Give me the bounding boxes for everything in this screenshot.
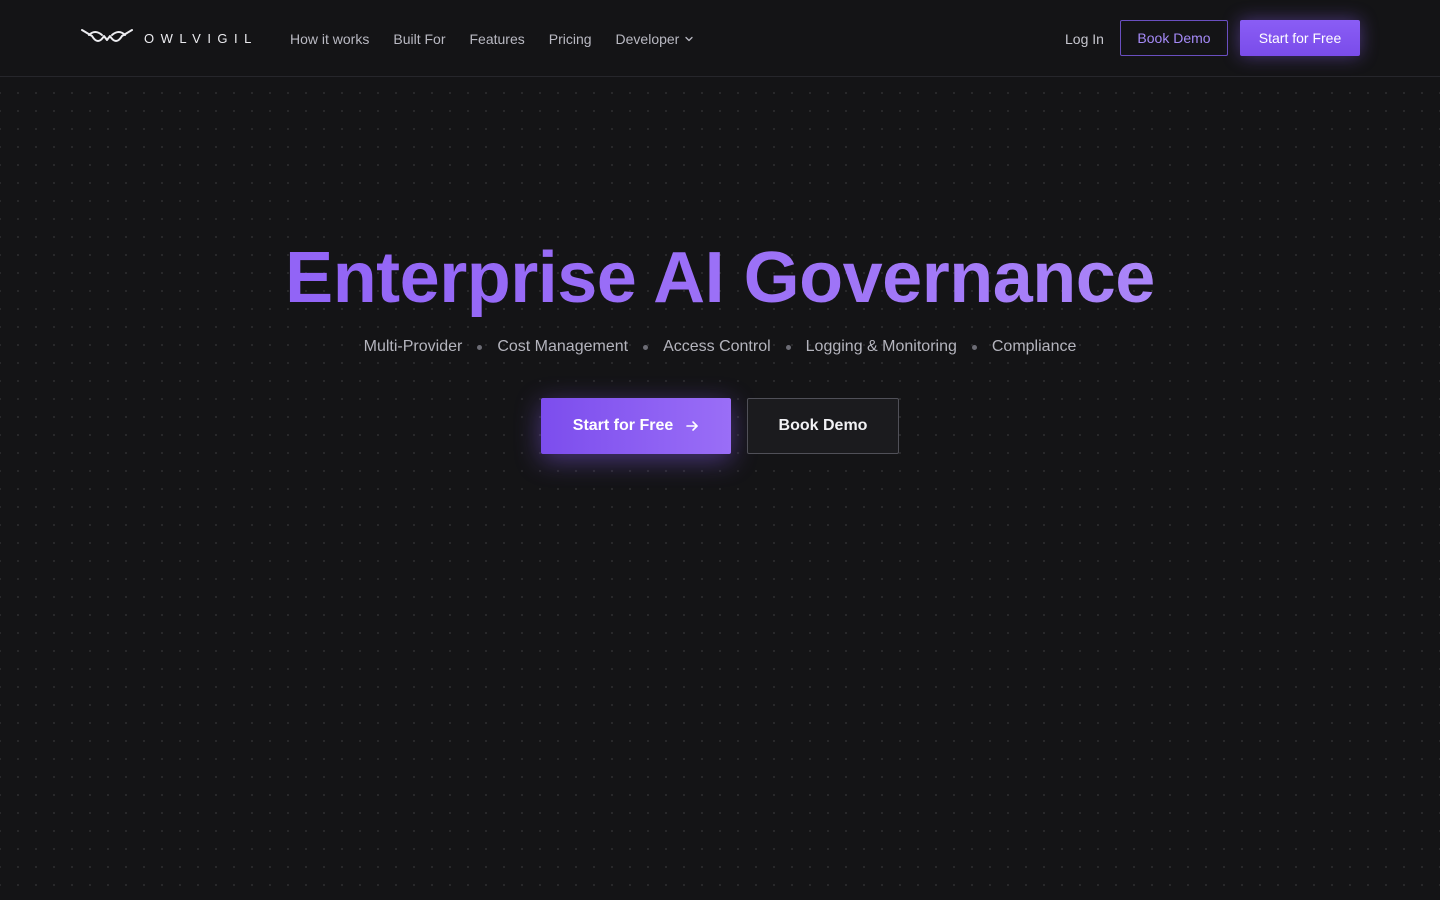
nav-link-features[interactable]: Features	[469, 30, 524, 48]
feature-item: Access Control	[663, 338, 771, 355]
hero-title: Enterprise AI Governance	[0, 238, 1440, 318]
feature-item: Compliance	[991, 338, 1077, 355]
nav-links: How it works Built For Features Pricing …	[290, 30, 694, 48]
bullet-dot	[785, 344, 791, 350]
arrow-right-icon	[686, 421, 699, 431]
brand-name: OWLVIGIL	[144, 30, 258, 46]
bullet-dot	[643, 344, 649, 350]
login-link[interactable]: Log In	[1065, 30, 1104, 48]
hero-start-free-button[interactable]: Start for Free	[541, 398, 731, 454]
nav-dropdown-developer-label: Developer	[615, 31, 680, 47]
logo[interactable]: OWLVIGIL	[80, 25, 258, 51]
hero-book-demo-button[interactable]: Book Demo	[747, 398, 899, 454]
book-demo-button[interactable]: Book Demo	[1120, 20, 1228, 56]
hero-start-free-label: Start for Free	[572, 417, 674, 434]
owl-logo-icon	[81, 29, 133, 42]
feature-item: Cost Management	[497, 338, 629, 355]
top-navbar: OWLVIGIL How it works Built For Features…	[0, 0, 1440, 77]
landing-page: OWLVIGIL How it works Built For Features…	[0, 0, 1440, 900]
bullet-dot	[971, 344, 977, 350]
nav-link-built-for[interactable]: Built For	[393, 30, 445, 48]
feature-list: Multi-Provider Cost Management Access Co…	[0, 337, 1440, 357]
nav-dropdown-developer[interactable]: Developer	[616, 30, 695, 48]
nav-link-pricing[interactable]: Pricing	[549, 30, 592, 48]
feature-item: Multi-Provider	[363, 338, 463, 355]
chevron-down-icon	[685, 36, 694, 42]
nav-link-how-it-works[interactable]: How it works	[290, 30, 369, 48]
feature-item: Logging & Monitoring	[805, 338, 957, 355]
bullet-dot	[477, 344, 483, 350]
start-free-button[interactable]: Start for Free	[1240, 20, 1360, 56]
